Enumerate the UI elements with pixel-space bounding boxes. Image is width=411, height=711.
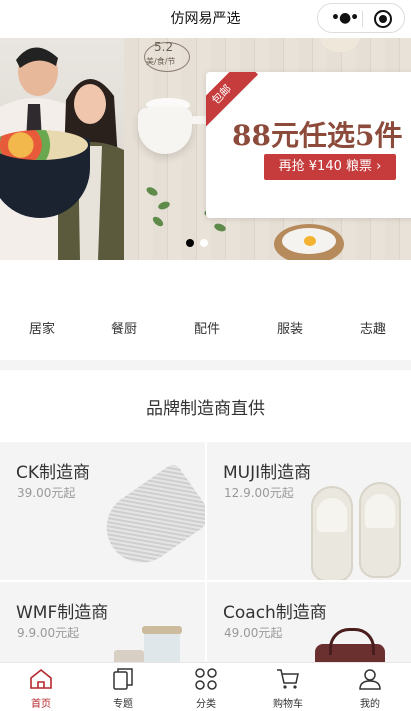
category-icon xyxy=(195,668,217,690)
tab-cart[interactable]: 购物车 xyxy=(247,663,329,711)
capsule-divider xyxy=(362,11,363,27)
brand-section-title: 品牌制造商直供 xyxy=(146,399,265,419)
user-icon xyxy=(359,669,381,690)
brand-price: 12.9.00元起 xyxy=(224,486,294,500)
brand-price: 39.00元起 xyxy=(17,486,76,500)
brand-tile-ck[interactable]: CK制造商 39.00元起 xyxy=(0,442,205,580)
handbag-product-image xyxy=(315,628,385,662)
egg-yolk-image xyxy=(304,236,316,246)
tab-label: 我的 xyxy=(360,699,380,710)
bottom-tab-bar: 首页 专题 分类 购物车 我的 xyxy=(0,662,411,711)
leaf-image xyxy=(157,200,171,211)
slipper-product-image xyxy=(359,482,401,578)
brand-price: 49.00元起 xyxy=(224,626,283,640)
category-clothing[interactable]: 服装 xyxy=(260,318,320,337)
banner-photo-people xyxy=(0,38,124,260)
section-divider xyxy=(0,360,411,370)
tab-label: 专题 xyxy=(113,699,133,710)
miniprogram-capsule: •●• xyxy=(317,3,405,33)
tab-label: 分类 xyxy=(196,699,216,710)
category-hobbies[interactable]: 志趣 xyxy=(343,318,403,337)
jar-product-image xyxy=(114,650,144,662)
date-badge-number: 5.2 xyxy=(154,40,174,54)
slipper-product-image xyxy=(311,486,353,580)
sock-product-image xyxy=(92,461,205,577)
brand-price: 9.9.00元起 xyxy=(17,626,80,640)
tab-mine[interactable]: 我的 xyxy=(329,663,411,711)
promo-headline: 88元任选5件 xyxy=(232,119,403,152)
cart-icon xyxy=(277,669,299,689)
tab-home[interactable]: 首页 xyxy=(0,663,82,711)
more-icon[interactable]: •●• xyxy=(331,10,359,26)
promo-card[interactable]: 包邮 88元任选5件 再抢 ¥140 粮票 › xyxy=(206,72,411,218)
brand-name: CK制造商 xyxy=(16,463,91,483)
leaf-image xyxy=(151,214,165,229)
teapot-image xyxy=(138,108,192,154)
topic-icon xyxy=(113,668,133,690)
tab-topic[interactable]: 专题 xyxy=(82,663,164,711)
grab-coupon-button[interactable]: 再抢 ¥140 粮票 › xyxy=(264,154,396,180)
navigation-bar: 仿网易严选 •●• xyxy=(0,0,411,38)
carousel-dot[interactable] xyxy=(200,239,208,247)
leaf-image xyxy=(213,222,227,233)
leaf-image xyxy=(145,185,159,198)
brand-tile-muji[interactable]: MUJI制造商 12.9.00元起 xyxy=(207,442,411,580)
date-badge-subtitle: 美/食/节 xyxy=(146,57,176,66)
category-home-living[interactable]: 居家 xyxy=(12,318,72,337)
banner-table-scene: 5.2 美/食/节 包邮 88元任选5件 再抢 ¥140 粮票 › xyxy=(124,38,411,260)
brand-name: Coach制造商 xyxy=(223,603,327,623)
brand-name: MUJI制造商 xyxy=(223,463,312,483)
app-page: 仿网易严选 •●• 5.2 美/食/节 包邮 88元任选5件 再抢 ¥140 粮… xyxy=(0,0,411,711)
jar-lid-image xyxy=(142,626,182,634)
tab-label: 首页 xyxy=(31,699,51,710)
brand-tile-wmf[interactable]: WMF制造商 9.9.00元起 xyxy=(0,582,205,662)
promo-banner[interactable]: 5.2 美/食/节 包邮 88元任选5件 再抢 ¥140 粮票 › xyxy=(0,38,411,260)
brand-name: WMF制造商 xyxy=(16,603,109,623)
tab-category[interactable]: 分类 xyxy=(165,663,247,711)
category-accessories[interactable]: 配件 xyxy=(177,318,237,337)
carousel-dot-active[interactable] xyxy=(186,239,194,247)
home-icon xyxy=(30,668,52,689)
category-kitchen[interactable]: 餐厨 xyxy=(94,318,154,337)
bowl-image xyxy=(320,38,360,52)
brand-tile-coach[interactable]: Coach制造商 49.00元起 xyxy=(207,582,411,662)
tab-label: 购物车 xyxy=(273,699,303,710)
close-target-icon[interactable] xyxy=(374,10,392,28)
category-nav: 居家 餐厨 配件 服装 志趣 xyxy=(0,260,411,360)
